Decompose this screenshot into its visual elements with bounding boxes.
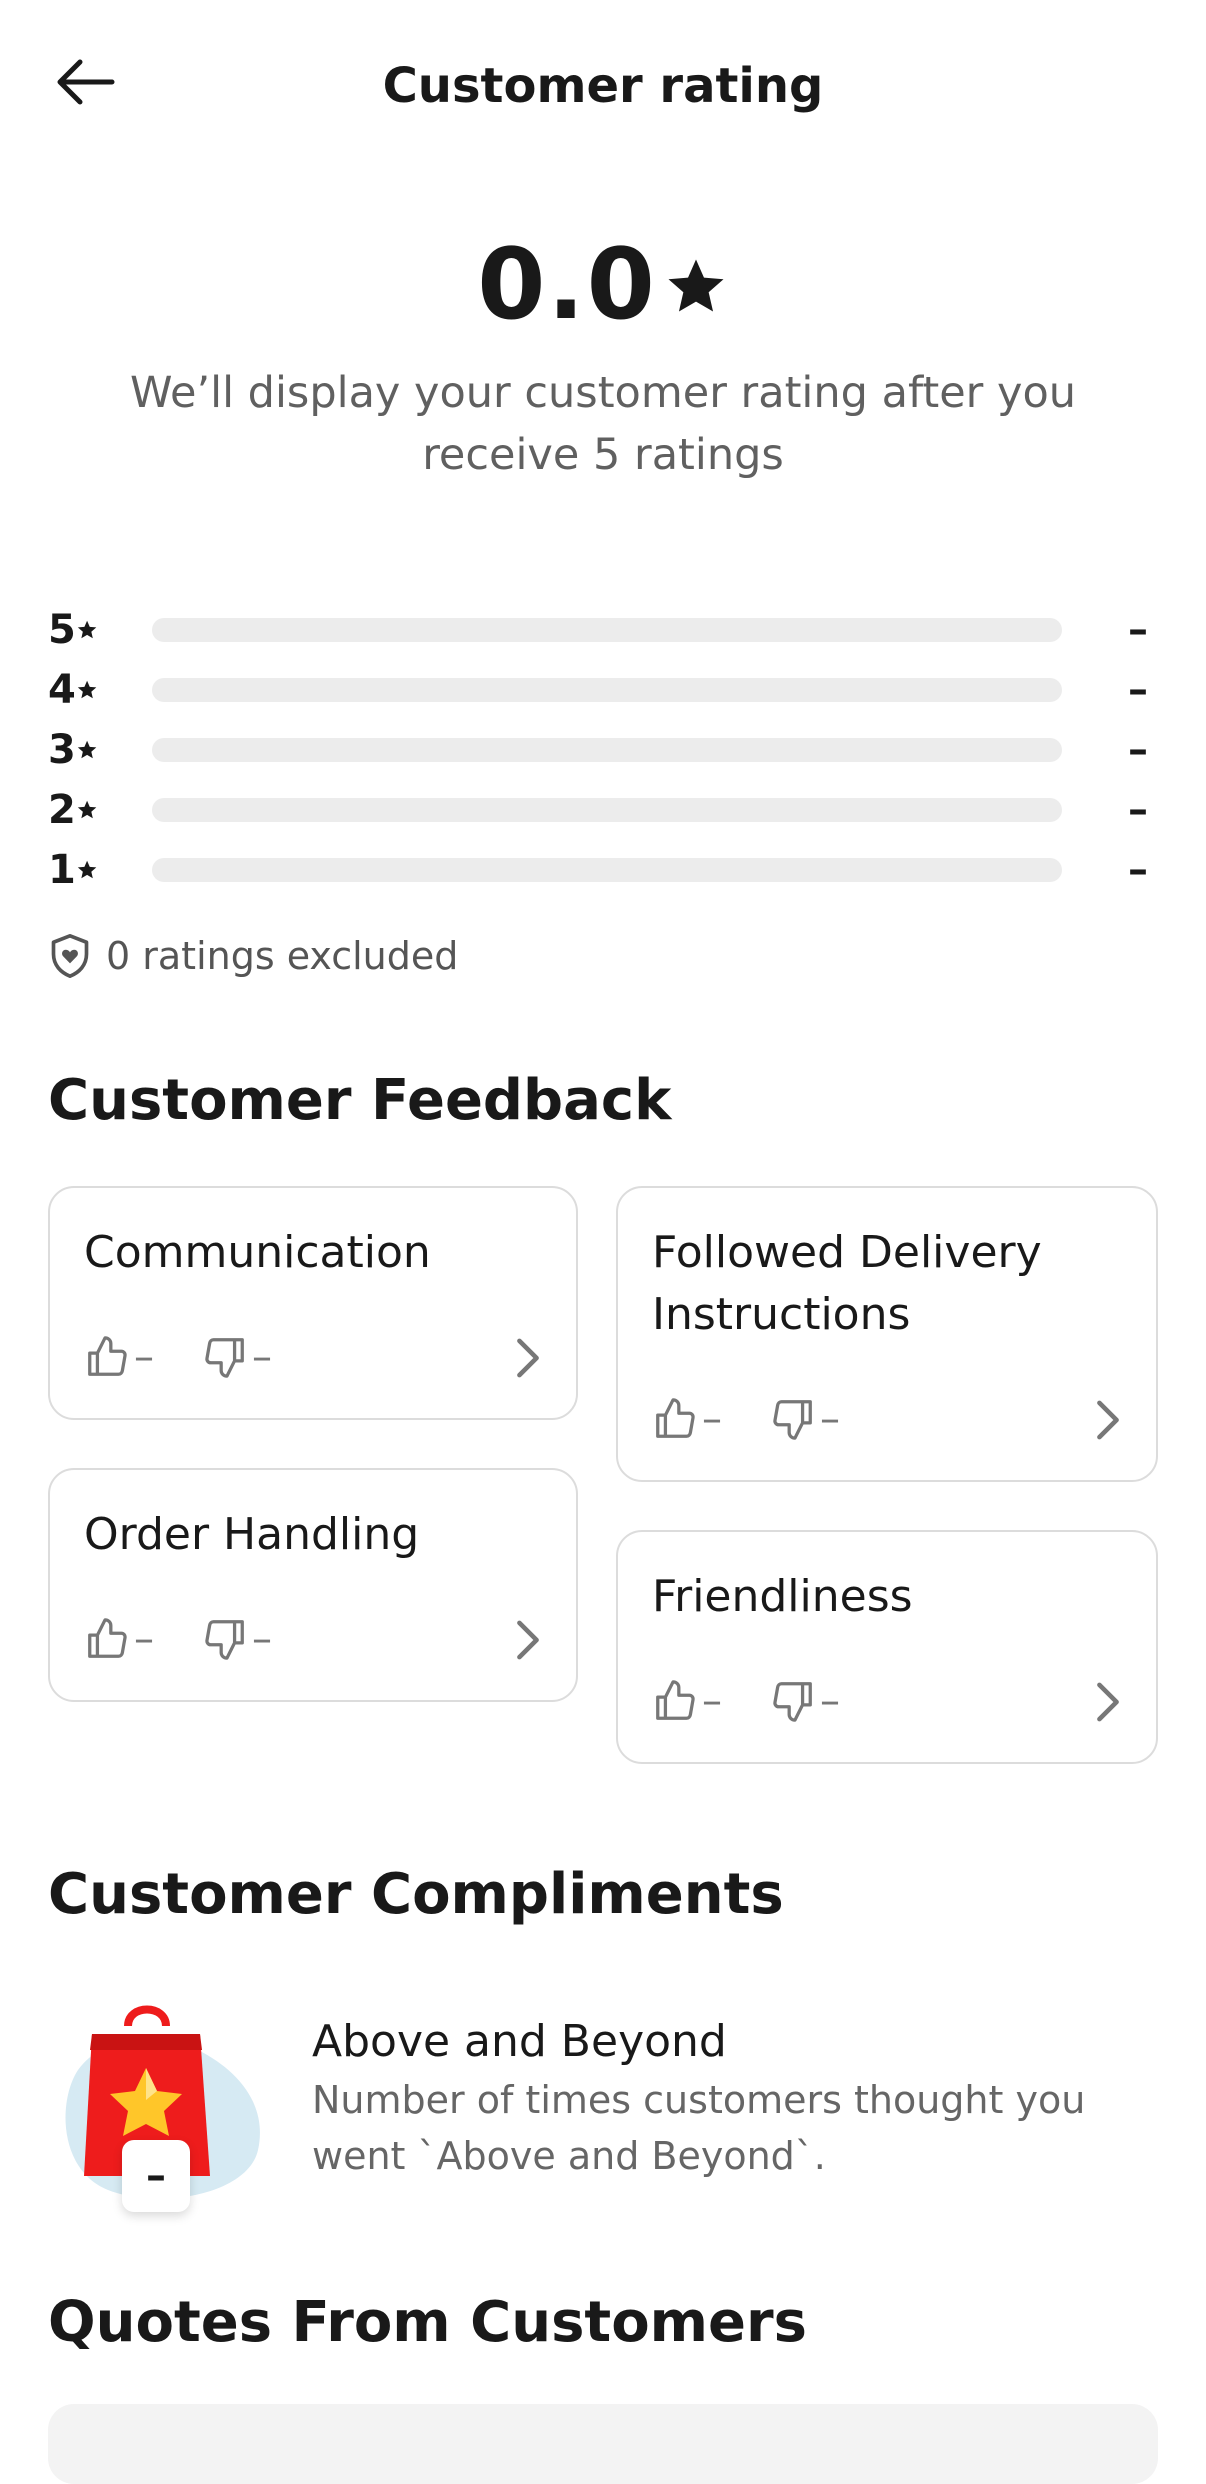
- feedback-card-title: Order Handling: [84, 1509, 420, 1560]
- distribution-count: –: [1128, 787, 1148, 833]
- star-icon: [77, 620, 97, 639]
- thumbs-down-count: –: [252, 1616, 272, 1662]
- thumbs-up-icon: [88, 1336, 127, 1376]
- thumbs-down-icon: [205, 1338, 244, 1378]
- thumbs-up-icon: [88, 1618, 127, 1658]
- star-level: 3: [48, 727, 76, 773]
- feedback-votes: – –: [652, 1678, 888, 1724]
- compliment-count: –: [122, 2140, 190, 2212]
- rating-message: We’ll display your customer rating after…: [130, 368, 1076, 480]
- thumbs-down-icon: [205, 1620, 244, 1660]
- thumbs-down-icon: [773, 1400, 812, 1440]
- chevron-right-icon: [517, 1620, 539, 1660]
- header: Customer rating: [0, 0, 1206, 180]
- excluded-ratings[interactable]: 0 ratings excluded: [48, 932, 458, 980]
- quotes-heading: Quotes From Customers: [48, 2290, 807, 2355]
- thumbs-down-count: –: [252, 1334, 272, 1380]
- distribution-count: –: [1128, 607, 1148, 653]
- feedback-card-friendliness[interactable]: Friendliness – –: [616, 1530, 1158, 1764]
- thumbs-up-icon: [656, 1398, 695, 1438]
- feedback-votes: – –: [652, 1396, 888, 1442]
- rating-score: 0.0: [0, 228, 1206, 342]
- customer-rating-page: Customer rating 0.0 We’ll display your c…: [0, 0, 1206, 2484]
- customer-feedback-heading: Customer Feedback: [48, 1068, 672, 1133]
- distribution-count: –: [1128, 847, 1148, 893]
- star-icon: [77, 680, 97, 699]
- thumbs-up-icon: [656, 1680, 695, 1720]
- quote-card: [48, 2404, 1158, 2484]
- feedback-card-followed-delivery-instructions[interactable]: Followed Delivery Instructions – –: [616, 1186, 1158, 1482]
- thumbs-down-count: –: [820, 1678, 840, 1724]
- star-level: 4: [48, 667, 76, 713]
- compliment-description: Number of times customers thought you we…: [312, 2078, 1086, 2178]
- distribution-row-4: 4 –: [48, 660, 1158, 720]
- thumbs-down-icon: [773, 1682, 812, 1722]
- distribution-row-2: 2 –: [48, 780, 1158, 840]
- feedback-votes: – –: [84, 1616, 320, 1662]
- thumbs-up-count: –: [134, 1334, 154, 1380]
- distribution-row-5: 5 –: [48, 600, 1158, 660]
- distribution-row-3: 3 –: [48, 720, 1158, 780]
- star-icon: [77, 860, 97, 879]
- feedback-card-communication[interactable]: Communication – –: [48, 1186, 578, 1420]
- chevron-right-icon: [517, 1338, 539, 1378]
- star-level: 5: [48, 607, 76, 653]
- distribution-bar: [152, 858, 1062, 882]
- feedback-card-title: Communication: [84, 1227, 431, 1278]
- thumbs-up-count: –: [134, 1616, 154, 1662]
- feedback-card-title: Followed Delivery Instructions: [652, 1227, 1042, 1340]
- distribution-bar: [152, 678, 1062, 702]
- rating-value: 0.0: [477, 228, 657, 342]
- shield-heart-icon: [51, 933, 89, 978]
- chevron-right-icon: [1097, 1400, 1119, 1440]
- feedback-card-order-handling[interactable]: Order Handling – –: [48, 1468, 578, 1702]
- feedback-votes: – –: [84, 1334, 320, 1380]
- feedback-card-title: Friendliness: [652, 1571, 913, 1622]
- compliment-title: Above and Beyond: [312, 2016, 727, 2067]
- star-icon: [668, 259, 724, 312]
- star-icon: [77, 740, 97, 759]
- distribution-row-1: 1 –: [48, 840, 1158, 900]
- distribution-bar: [152, 618, 1062, 642]
- excluded-label: 0 ratings excluded: [106, 934, 459, 978]
- customer-compliments-heading: Customer Compliments: [48, 1862, 784, 1927]
- distribution-count: –: [1128, 727, 1148, 773]
- star-level: 2: [48, 787, 76, 833]
- star-icon: [77, 800, 97, 819]
- thumbs-up-count: –: [702, 1678, 722, 1724]
- distribution-bar: [152, 738, 1062, 762]
- distribution-bar: [152, 798, 1062, 822]
- distribution-count: –: [1128, 667, 1148, 713]
- thumbs-down-count: –: [820, 1396, 840, 1442]
- star-level: 1: [48, 847, 76, 893]
- thumbs-up-count: –: [702, 1396, 722, 1442]
- chevron-right-icon: [1097, 1682, 1119, 1722]
- page-title: Customer rating: [382, 58, 824, 114]
- rating-distribution: 5 – 4 – 3 – 2 – 1 –: [48, 600, 1158, 900]
